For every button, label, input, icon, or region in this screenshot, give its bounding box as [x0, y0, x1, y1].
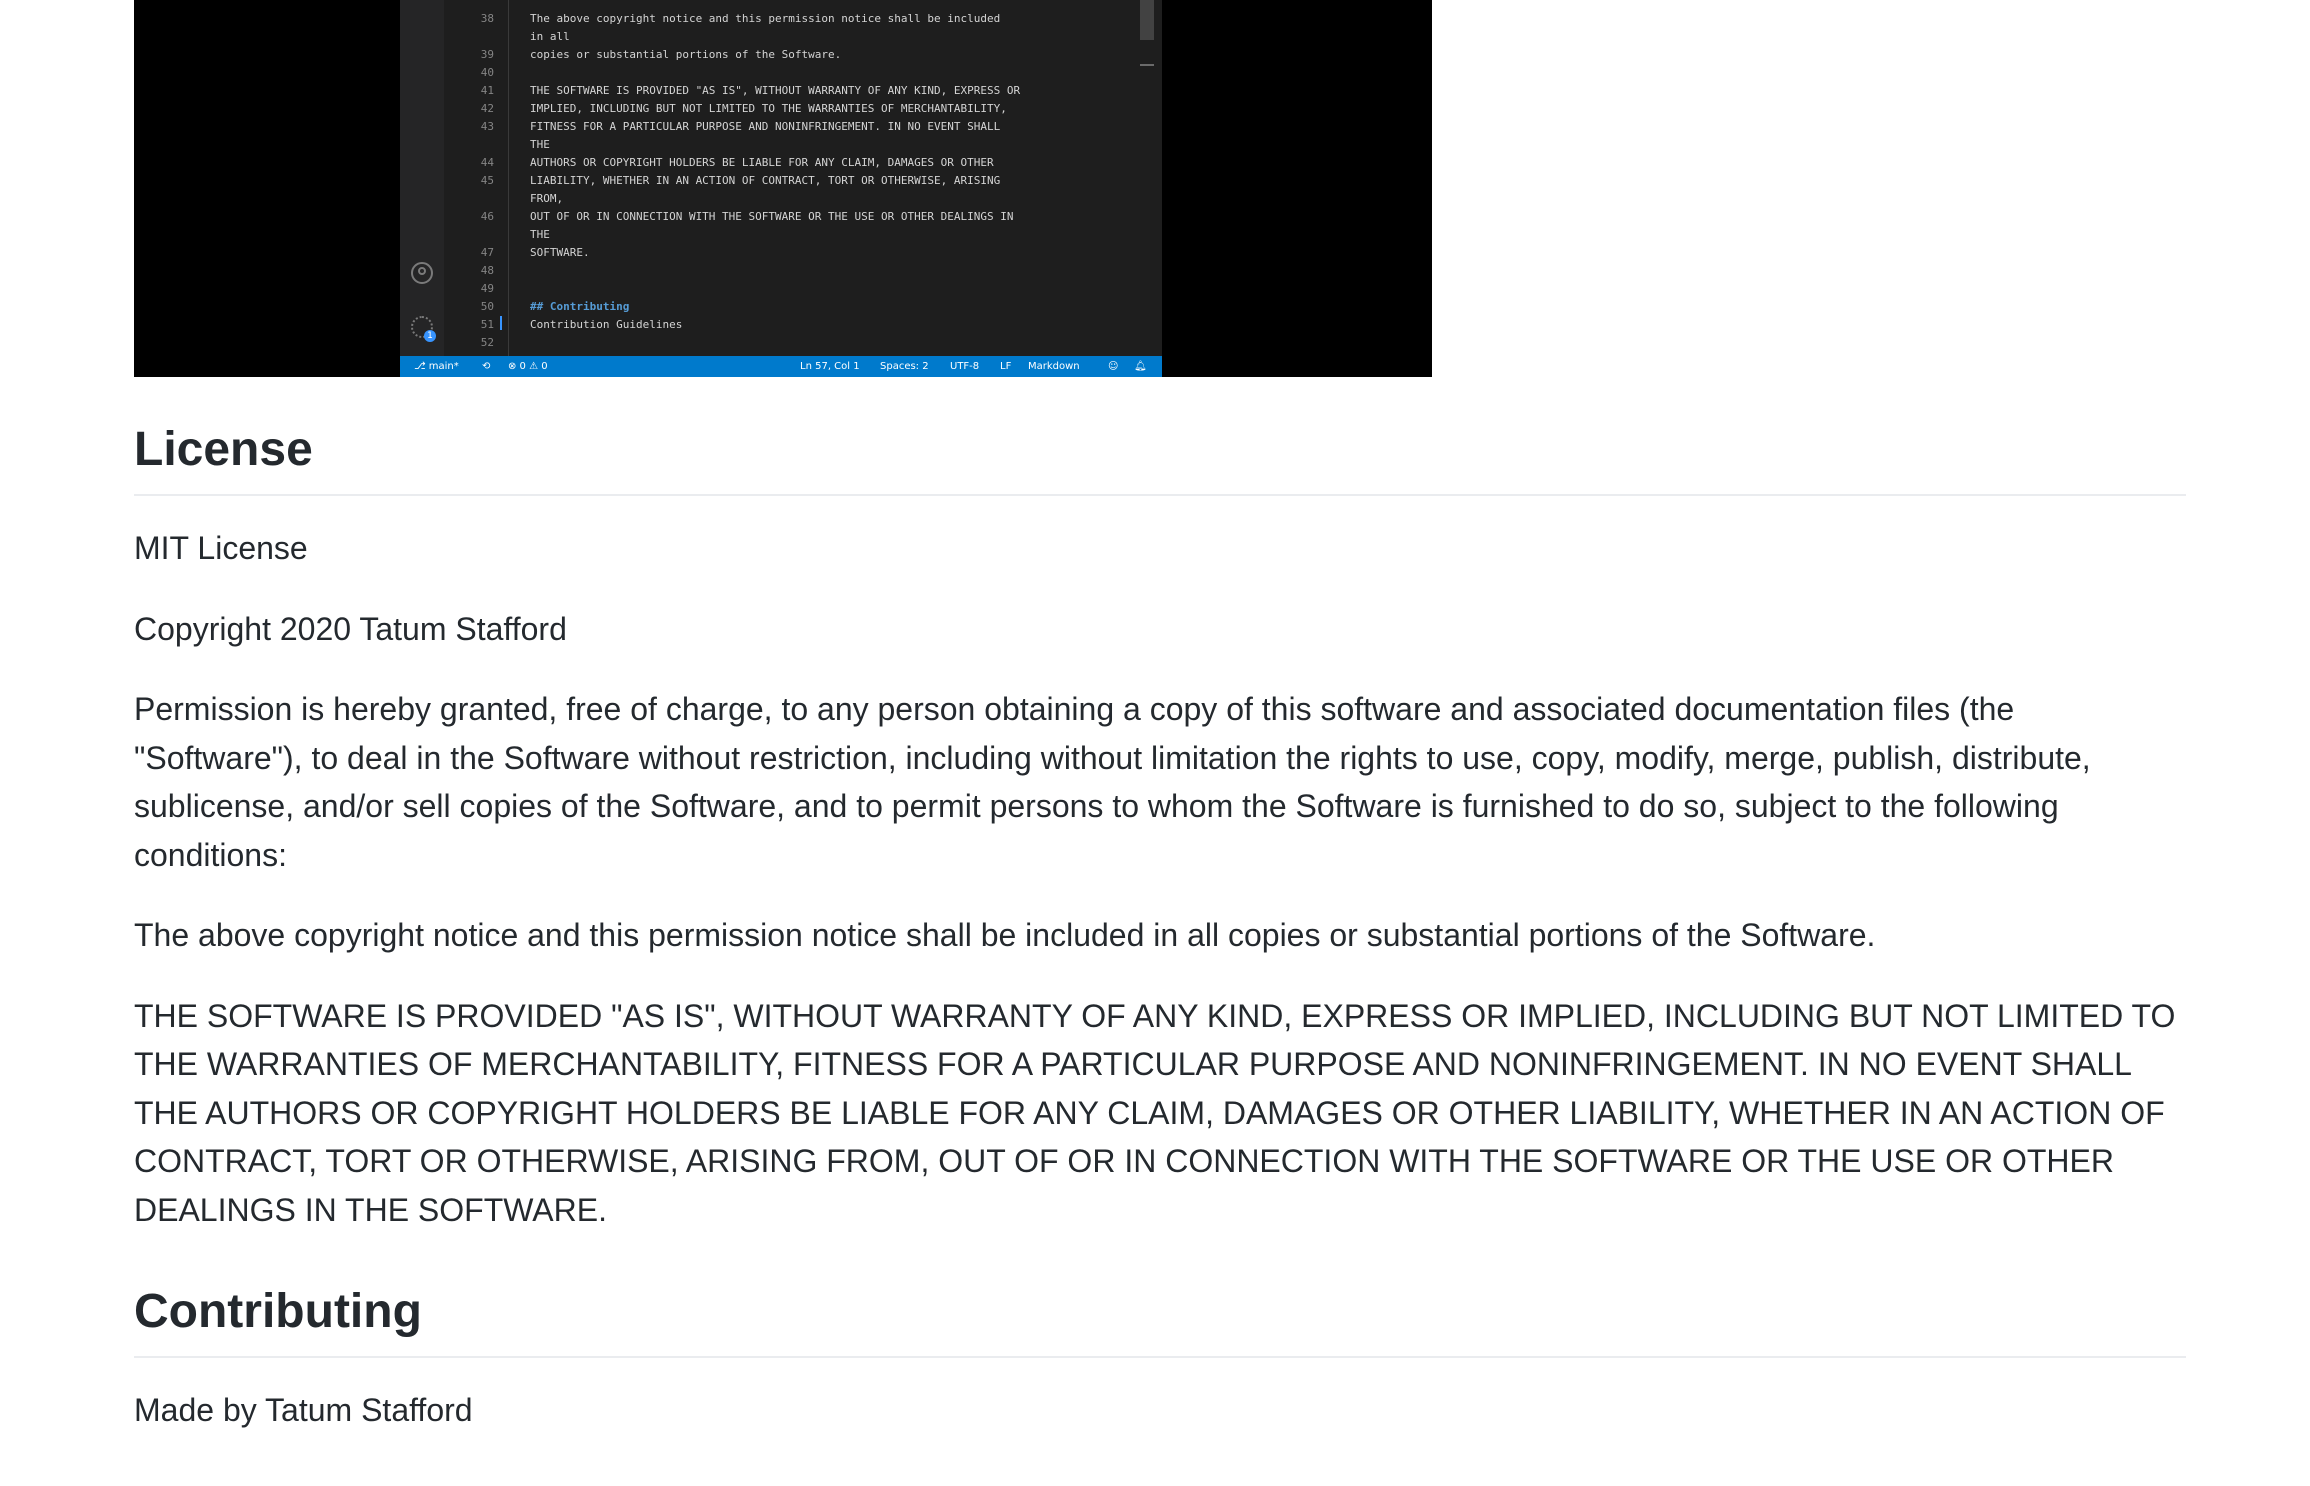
bell-icon: 🔔︎: [1134, 361, 1147, 372]
license-permission: Permission is hereby granted, free of ch…: [134, 691, 2091, 873]
line-number: 38: [480, 12, 494, 25]
code-line: 39 copies or substantial portions of the …: [400, 46, 1160, 64]
line-number: 43: [480, 120, 494, 133]
line-number: 48: [480, 264, 494, 277]
code-line: THE: [400, 226, 1160, 244]
eol-status: LF: [1000, 361, 1012, 372]
text-cursor: [500, 316, 502, 330]
contributing-heading: Contributing: [134, 1282, 2186, 1358]
cursor-position: Ln 57, Col 1: [800, 361, 860, 372]
language-status: Markdown: [1028, 361, 1080, 372]
code-line: 46 OUT OF OR IN CONNECTION WITH THE SOFTW…: [400, 208, 1160, 226]
line-number: 45: [480, 174, 494, 187]
code-text: FITNESS FOR A PARTICULAR PURPOSE AND NON…: [530, 120, 1001, 133]
contributing-text: Made by Tatum Stafford: [134, 1392, 473, 1428]
indent-status: Spaces: 2: [880, 361, 929, 372]
license-copyright: Copyright 2020 Tatum Stafford: [134, 610, 567, 647]
line-number: 41: [480, 84, 494, 97]
feedback-icon: ☺: [1108, 361, 1119, 372]
line-number: 44: [480, 156, 494, 169]
readme-content: License MIT License Copyright 2020 Tatum…: [134, 420, 2186, 1435]
code-text: SOFTWARE.: [530, 246, 590, 259]
code-text: THE: [530, 138, 550, 151]
code-text: THE: [530, 228, 550, 241]
license-warranty: THE SOFTWARE IS PROVIDED "AS IS", WITHOU…: [134, 997, 2176, 1228]
line-number: 52: [480, 336, 494, 349]
license-name: MIT License: [134, 530, 308, 566]
line-number: 50: [480, 300, 494, 313]
code-line: 50 ## Contributing: [400, 298, 1160, 316]
scrollbar-thumb: [1140, 0, 1154, 40]
line-number: 46: [480, 210, 494, 223]
code-line: 41 THE SOFTWARE IS PROVIDED "AS IS", WITH…: [400, 82, 1160, 100]
code-line: FROM,: [400, 190, 1160, 208]
status-bar: ⎇ main* ⟲ ⊗ 0 ⚠ 0 Ln 57, Col 1 Spaces: 2…: [400, 356, 1162, 377]
editor-screenshot-image: 1 38 The above copyright notice and this …: [134, 0, 1432, 377]
license-heading: License: [134, 420, 2186, 496]
code-line: 43 FITNESS FOR A PARTICULAR PURPOSE AND N…: [400, 118, 1160, 136]
code-editor: 1 38 The above copyright notice and this …: [400, 0, 1162, 377]
branch-name: main*: [428, 361, 459, 372]
code-text: The above copyright notice and this perm…: [530, 12, 1001, 25]
code-line: 44 AUTHORS OR COPYRIGHT HOLDERS BE LIABLE…: [400, 154, 1160, 172]
code-line: 40: [400, 64, 1160, 82]
code-lines: 38 The above copyright notice and this pe…: [400, 10, 1160, 352]
line-number: 49: [480, 282, 494, 295]
branch-status: ⎇ main*: [414, 361, 459, 372]
code-text: copies or substantial portions of the So…: [530, 48, 842, 61]
license-notice: The above copyright notice and this perm…: [134, 917, 1876, 953]
code-line: 38 The above copyright notice and this pe…: [400, 10, 1160, 28]
code-line: 52: [400, 334, 1160, 352]
problems-status: ⊗ 0 ⚠ 0: [508, 361, 548, 372]
code-line: 49: [400, 280, 1160, 298]
code-line: 48: [400, 262, 1160, 280]
code-line: 42 IMPLIED, INCLUDING BUT NOT LIMITED TO …: [400, 100, 1160, 118]
scrollbar-marker: [1140, 64, 1154, 66]
sync-icon: ⟲: [482, 361, 491, 372]
code-line: 47 SOFTWARE.: [400, 244, 1160, 262]
code-text: LIABILITY, WHETHER IN AN ACTION OF CONTR…: [530, 174, 1001, 187]
code-text: ## Contributing: [530, 300, 630, 313]
line-number: 42: [480, 102, 494, 115]
code-text: IMPLIED, INCLUDING BUT NOT LIMITED TO TH…: [530, 102, 1007, 115]
line-number: 39: [480, 48, 494, 61]
code-line: 45 LIABILITY, WHETHER IN AN ACTION OF CON…: [400, 172, 1160, 190]
code-text: in all: [530, 30, 570, 43]
code-text: THE SOFTWARE IS PROVIDED "AS IS", WITHOU…: [530, 84, 1021, 97]
encoding-status: UTF-8: [950, 361, 980, 372]
code-text: AUTHORS OR COPYRIGHT HOLDERS BE LIABLE F…: [530, 156, 994, 169]
line-number: 47: [480, 246, 494, 259]
line-number: 40: [480, 66, 494, 79]
code-text: OUT OF OR IN CONNECTION WITH THE SOFTWAR…: [530, 210, 1014, 223]
code-line: in all: [400, 28, 1160, 46]
line-number: 51: [480, 318, 494, 331]
code-line: THE: [400, 136, 1160, 154]
code-line: 51 Contribution Guidelines: [400, 316, 1160, 334]
code-text: FROM,: [530, 192, 564, 205]
code-text: Contribution Guidelines: [530, 318, 683, 331]
